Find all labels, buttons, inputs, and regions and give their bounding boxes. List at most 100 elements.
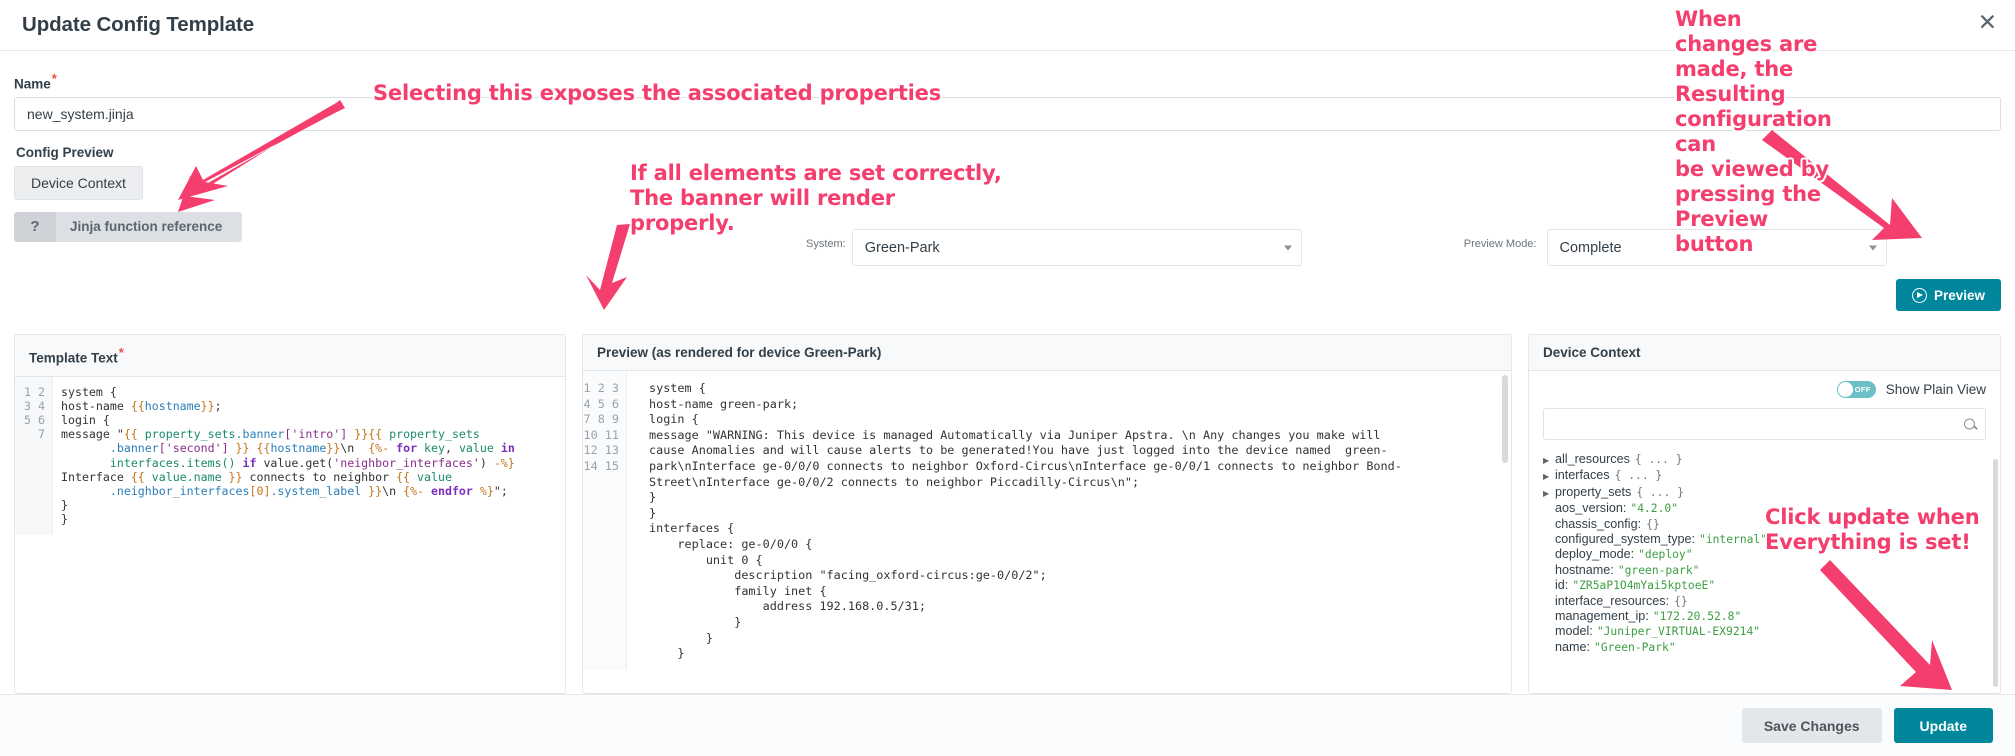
search-icon [1964, 418, 1975, 430]
tree-node-key: aos_version: [1555, 501, 1627, 516]
modal-footer: Save Changes Update [0, 694, 2015, 756]
chevron-right-icon: ▶ [1543, 456, 1550, 465]
tree-node-value: "deploy" [1638, 548, 1693, 562]
tree-node-leaf: hostname: "green-park" [1543, 563, 1986, 578]
tree-node-key: chassis_config: [1555, 516, 1642, 531]
tree-node-collapsed-marker: {} [1646, 517, 1660, 531]
tab-device-context[interactable]: Device Context [14, 165, 143, 200]
template-code-editor[interactable]: 1 2 3 4 5 6 7 system { host-name {{hostn… [15, 376, 565, 535]
chevron-down-icon [1868, 245, 1877, 250]
tree-node-expandable[interactable]: ▶ interfaces { ... } [1543, 468, 1986, 484]
config-preview-label: Config Preview [16, 144, 114, 160]
chevron-down-icon [1283, 245, 1292, 250]
jinja-function-reference-button[interactable]: ? Jinja function reference [14, 211, 242, 242]
template-line-numbers: 1 2 3 4 5 6 7 [15, 376, 53, 535]
preview-mode-label: Preview Mode: [1463, 238, 1537, 250]
name-label-text: Name [14, 76, 51, 92]
tree-node-collapsed-marker: {} [1674, 594, 1688, 608]
tree-node-key: model: [1555, 624, 1593, 639]
name-label: Name* [14, 71, 2001, 92]
close-icon[interactable]: ✕ [1978, 12, 1997, 35]
template-text-title: Template Text [29, 350, 118, 366]
tree-node-collapsed-marker: { ... } [1634, 453, 1683, 466]
device-context-panel: Device Context OFF Show Plain View ▶ all… [1528, 334, 2001, 694]
play-icon [1911, 287, 1927, 303]
system-selector-row: System: Green-Park Preview Mode: Complet… [806, 229, 2001, 266]
preview-code-viewer: 1 2 3 4 5 6 7 8 9 10 11 12 13 14 15 syst… [583, 371, 1511, 670]
device-context-tree: ▶ all_resources{ ... } ▶ interfaces{ ... } ▶… [1543, 452, 1986, 655]
device-context-search-input[interactable] [1544, 409, 1985, 439]
device-context-body: OFF Show Plain View ▶ all_resources { ... … [1529, 371, 2000, 693]
tree-node-leaf: aos_version: "4.2.0" [1543, 501, 1986, 516]
system-select[interactable]: Green-Park [851, 229, 1302, 266]
show-plain-view-toggle[interactable]: OFF [1836, 381, 1876, 398]
tree-node-value: "Green-Park" [1594, 640, 1676, 654]
template-text-header: Template Text* [15, 335, 565, 377]
preview-mode-value: Complete [1559, 239, 1622, 256]
toggle-state-label: OFF [1854, 385, 1871, 394]
tree-node-key: interfaces [1555, 468, 1610, 483]
template-text-panel: Template Text* 1 2 3 4 5 6 7 system { ho… [14, 334, 566, 694]
page-title: Update Config Template [22, 13, 255, 36]
tree-node-leaf: interface_resources: {} [1543, 594, 1986, 609]
plain-view-toggle-row: OFF Show Plain View [1543, 381, 1986, 398]
toggle-knob [1837, 382, 1853, 397]
preview-line-numbers: 1 2 3 4 5 6 7 8 9 10 11 12 13 14 15 [583, 371, 627, 670]
panels-container: Template Text* 1 2 3 4 5 6 7 system { ho… [14, 334, 2001, 694]
preview-button-label: Preview [1933, 287, 1985, 303]
chevron-right-icon: ▶ [1543, 488, 1550, 498]
tree-node-value: "172.20.52.8" [1652, 610, 1742, 624]
tree-node-leaf: management_ip: "172.20.52.8" [1543, 609, 1986, 624]
jinja-reference-label: Jinja function reference [70, 219, 223, 234]
tree-node-value: "ZR5aP1O4mYai5kptoeE" [1572, 579, 1716, 593]
name-input[interactable] [14, 96, 2001, 131]
show-plain-view-label: Show Plain View [1885, 382, 1986, 397]
preview-button[interactable]: Preview [1895, 279, 2001, 311]
tree-node-expandable[interactable]: ▶ property_sets { ... } [1543, 485, 1986, 501]
tree-node-key: configured_system_type: [1555, 532, 1696, 547]
preview-scrollbar[interactable] [1502, 375, 1508, 463]
preview-code-content: system { host-name green-park; login { m… [649, 381, 1402, 661]
chevron-right-icon: ▶ [1543, 472, 1550, 482]
tree-node-key: property_sets [1555, 484, 1632, 499]
preview-panel-header: Preview (as rendered for device Green-Pa… [583, 335, 1511, 371]
tree-node-key: management_ip: [1555, 609, 1649, 624]
device-context-search[interactable] [1543, 408, 1986, 440]
tree-node-key: id: [1555, 578, 1569, 593]
required-asterisk: * [51, 71, 57, 86]
template-text-body[interactable]: 1 2 3 4 5 6 7 system { host-name {{hostn… [15, 376, 565, 694]
tree-node-leaf: chassis_config: {} [1543, 517, 1986, 532]
tree-node-leaf: model: "Juniper_VIRTUAL-EX9214" [1543, 624, 1986, 639]
required-asterisk: * [118, 345, 124, 360]
device-context-header: Device Context [1529, 335, 2000, 371]
tree-node-collapsed-marker: { ... } [1614, 469, 1663, 483]
update-config-template-modal: Update Config Template ✕ Name* Config Pr… [0, 0, 2015, 756]
tree-node-value: "4.2.0" [1630, 502, 1679, 516]
tree-node-leaf: id: "ZR5aP1O4mYai5kptoeE" [1543, 578, 1986, 593]
update-button[interactable]: Update [1893, 708, 1993, 743]
tree-node-key: name: [1555, 639, 1591, 654]
preview-panel-body[interactable]: 1 2 3 4 5 6 7 8 9 10 11 12 13 14 15 syst… [583, 371, 1511, 693]
tree-node-expandable[interactable]: ▶ all_resources { ... } [1543, 452, 1986, 468]
modal-header: Update Config Template ✕ [0, 0, 2015, 51]
tree-node-value: "Juniper_VIRTUAL-EX9214" [1596, 625, 1761, 639]
tree-node-leaf: name: "Green-Park" [1543, 640, 1986, 655]
template-code-content[interactable]: system { host-name {{hostname}}; login {… [53, 377, 565, 535]
save-changes-button[interactable]: Save Changes [1741, 708, 1882, 743]
device-context-scrollbar[interactable] [1993, 459, 1998, 687]
tree-node-collapsed-marker: { ... } [1636, 485, 1684, 499]
config-preview-tabs: Device Context [14, 165, 2001, 200]
tree-node-value: "internal" [1699, 533, 1768, 547]
modal-body: Name* Config Preview Device Context ? Ji… [0, 51, 2015, 756]
tree-node-key: interface_resources: [1555, 593, 1670, 608]
tree-node-key: all_resources [1555, 452, 1630, 466]
tree-node-key: hostname: [1555, 562, 1614, 577]
preview-panel: Preview (as rendered for device Green-Pa… [582, 334, 1512, 694]
tree-node-value: "green-park" [1617, 563, 1700, 577]
tree-node-leaf: configured_system_type: "internal" [1543, 532, 1986, 547]
tree-node-key: deploy_mode: [1555, 547, 1635, 562]
tree-node-leaf: deploy_mode: "deploy" [1543, 547, 1986, 562]
preview-mode-select[interactable]: Complete [1546, 229, 1887, 266]
question-mark-icon: ? [14, 211, 56, 242]
system-label: System: [806, 238, 846, 250]
